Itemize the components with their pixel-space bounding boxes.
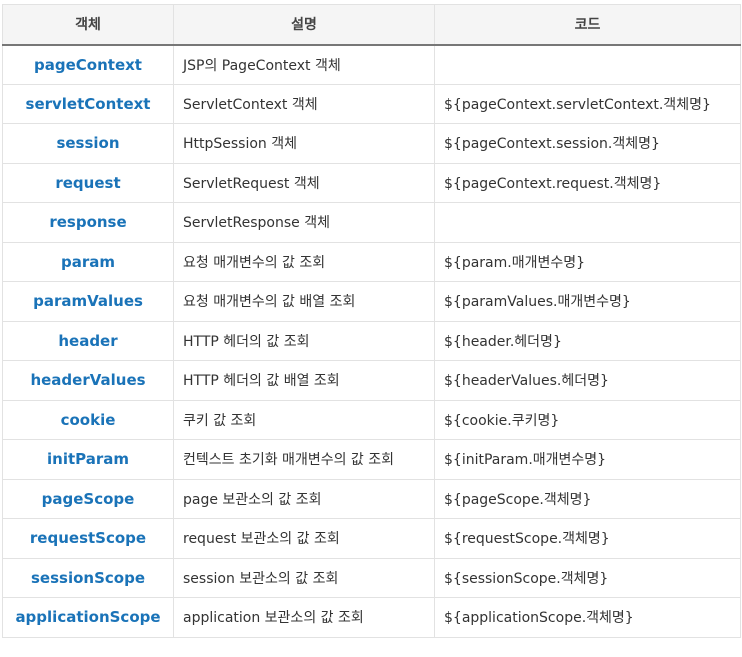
description-cell: 쿠키 값 조회 (173, 399, 435, 440)
description-cell: page 보관소의 값 조회 (173, 478, 435, 519)
code-cell: ${pageContext.servletContext.객체명} (434, 83, 741, 124)
code-cell: ${initParam.매개변수명} (434, 439, 741, 480)
table-row: applicationScope application 보관소의 값 조회 $… (2, 597, 741, 638)
description-cell: HTTP 헤더의 값 배열 조회 (173, 360, 435, 401)
description-cell: application 보관소의 값 조회 (173, 597, 435, 638)
description-cell: HTTP 헤더의 값 조회 (173, 320, 435, 361)
object-cell: response (2, 202, 174, 243)
object-cell: headerValues (2, 360, 174, 401)
code-cell (434, 44, 741, 85)
table-body: pageContext JSP의 PageContext 객체 servletC… (2, 44, 741, 638)
code-cell: ${pageScope.객체명} (434, 478, 741, 519)
table-row: servletContext ServletContext 객체 ${pageC… (2, 83, 741, 124)
object-cell: paramValues (2, 281, 174, 322)
table-row: sessionScope session 보관소의 값 조회 ${session… (2, 557, 741, 598)
description-cell: ServletRequest 객체 (173, 162, 435, 203)
table-row: response ServletResponse 객체 (2, 202, 741, 243)
object-cell: request (2, 162, 174, 203)
header-description: 설명 (173, 4, 435, 46)
object-cell: session (2, 123, 174, 164)
code-cell (434, 202, 741, 243)
description-cell: 요청 매개변수의 값 조회 (173, 241, 435, 282)
object-cell: applicationScope (2, 597, 174, 638)
code-cell: ${pageContext.session.객체명} (434, 123, 741, 164)
code-cell: ${applicationScope.객체명} (434, 597, 741, 638)
description-cell: ServletResponse 객체 (173, 202, 435, 243)
header-row: 객체 설명 코드 (2, 4, 741, 46)
table-row: session HttpSession 객체 ${pageContext.ses… (2, 123, 741, 164)
description-cell: 요청 매개변수의 값 배열 조회 (173, 281, 435, 322)
table-row: request ServletRequest 객체 ${pageContext.… (2, 162, 741, 203)
code-cell: ${headerValues.헤더명} (434, 360, 741, 401)
code-cell: ${paramValues.매개변수명} (434, 281, 741, 322)
table-row: header HTTP 헤더의 값 조회 ${header.헤더명} (2, 320, 741, 361)
table-row: headerValues HTTP 헤더의 값 배열 조회 ${headerVa… (2, 360, 741, 401)
object-cell: header (2, 320, 174, 361)
code-cell: ${requestScope.객체명} (434, 518, 741, 559)
object-cell: initParam (2, 439, 174, 480)
table-row: pageScope page 보관소의 값 조회 ${pageScope.객체명… (2, 478, 741, 519)
table-row: pageContext JSP의 PageContext 객체 (2, 44, 741, 85)
page: 객체 설명 코드 pageContext JSP의 PageContext 객체… (0, 0, 742, 657)
table-row: paramValues 요청 매개변수의 값 배열 조회 ${paramValu… (2, 281, 741, 322)
header-object: 객체 (2, 4, 174, 46)
table-row: requestScope request 보관소의 값 조회 ${request… (2, 518, 741, 559)
code-cell: ${pageContext.request.객체명} (434, 162, 741, 203)
code-cell: ${header.헤더명} (434, 320, 741, 361)
table-row: cookie 쿠키 값 조회 ${cookie.쿠키명} (2, 399, 741, 440)
description-cell: ServletContext 객체 (173, 83, 435, 124)
object-cell: cookie (2, 399, 174, 440)
code-cell: ${param.매개변수명} (434, 241, 741, 282)
object-cell: requestScope (2, 518, 174, 559)
code-cell: ${sessionScope.객체명} (434, 557, 741, 598)
description-cell: session 보관소의 값 조회 (173, 557, 435, 598)
object-cell: servletContext (2, 83, 174, 124)
description-cell: 컨텍스트 초기화 매개변수의 값 조회 (173, 439, 435, 480)
table-header: 객체 설명 코드 (2, 4, 741, 46)
description-cell: request 보관소의 값 조회 (173, 518, 435, 559)
code-cell: ${cookie.쿠키명} (434, 399, 741, 440)
description-cell: JSP의 PageContext 객체 (173, 44, 435, 85)
object-cell: sessionScope (2, 557, 174, 598)
table-row: param 요청 매개변수의 값 조회 ${param.매개변수명} (2, 241, 741, 282)
table-row: initParam 컨텍스트 초기화 매개변수의 값 조회 ${initPara… (2, 439, 741, 480)
object-cell: pageContext (2, 44, 174, 85)
object-cell: pageScope (2, 478, 174, 519)
object-cell: param (2, 241, 174, 282)
description-cell: HttpSession 객체 (173, 123, 435, 164)
header-code: 코드 (434, 4, 741, 46)
implicit-objects-table: 객체 설명 코드 pageContext JSP의 PageContext 객체… (2, 4, 741, 638)
